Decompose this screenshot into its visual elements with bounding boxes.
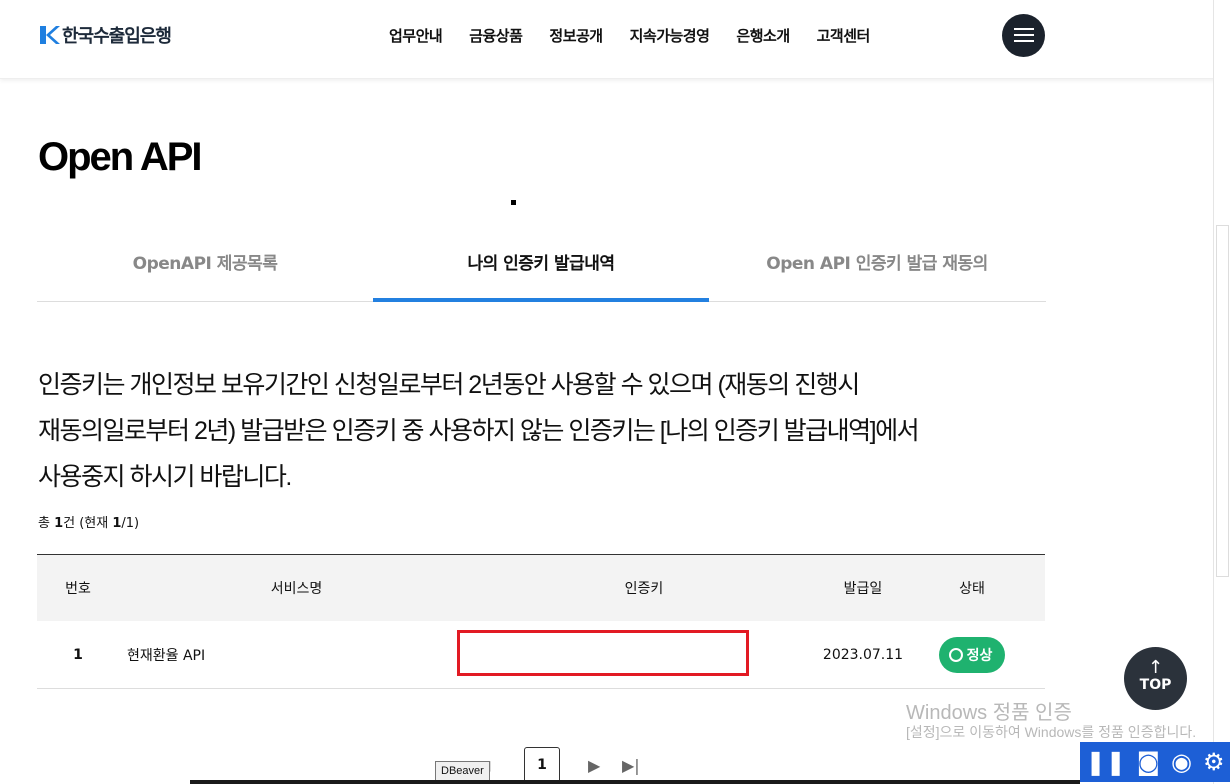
page-number-current[interactable]: 1 xyxy=(524,747,560,783)
notice-text: 인증키는 개인정보 보유기간인 신청일로부터 2년동안 사용할 수 있으며 (재… xyxy=(38,362,1018,500)
gear-icon[interactable]: ⚙ xyxy=(1203,748,1225,776)
key-table: 번호 서비스명 인증키 발급일 상태 1 현재환율 API 2023.07.11… xyxy=(37,554,1045,689)
arrow-up-icon: ↑ xyxy=(1148,657,1164,678)
row-service: 현재환율 API xyxy=(127,647,206,664)
row-date: 2023.07.11 xyxy=(822,646,904,663)
notice-line: 재동의일로부터 2년) 발급받은 인증키 중 사용하지 않는 인증키는 [나의 … xyxy=(38,417,920,445)
header-service: 서비스명 xyxy=(270,581,323,597)
nav-item-esg[interactable]: 지속가능경영 xyxy=(630,25,710,46)
scrollbar[interactable] xyxy=(1213,0,1230,784)
header-date: 발급일 xyxy=(843,581,883,597)
tab-bar: OpenAPI 제공목록 나의 인증키 발급내역 Open API 인증키 발급… xyxy=(37,240,1046,302)
logo-text: 한국수출입은행 xyxy=(62,26,172,47)
main-nav: 업무안내 금융상품 정보공개 지속가능경영 은행소개 고객센터 xyxy=(389,25,897,46)
stop-icon[interactable]: ◙ xyxy=(1137,748,1160,776)
status-badge[interactable]: 정상 xyxy=(938,636,1006,673)
row-state: 정상 xyxy=(929,621,1015,688)
status-label: 정상 xyxy=(966,647,993,664)
total-count: 1 xyxy=(54,516,64,531)
next-page-icon[interactable]: ▶ xyxy=(588,756,600,775)
api-key-redacted-box xyxy=(457,630,749,676)
recording-toolbar: ❚❚ ◙ ◉ ⚙ xyxy=(1080,742,1230,782)
taskbar xyxy=(190,780,1080,784)
tab-reconsent[interactable]: Open API 인증키 발급 재동의 xyxy=(709,240,1045,300)
nav-item-support[interactable]: 고객센터 xyxy=(817,25,871,46)
nav-item-disclosure[interactable]: 정보공개 xyxy=(549,25,603,46)
nav-item-products[interactable]: 금융상품 xyxy=(469,25,523,46)
decorative-dot xyxy=(511,200,516,205)
last-page-icon[interactable]: ▶| xyxy=(622,756,640,775)
notice-line: 사용중지 하시기 바랍니다. xyxy=(38,463,292,491)
header-key: 인증키 xyxy=(624,581,664,597)
hamburger-menu-button[interactable] xyxy=(1002,14,1045,57)
result-count: 총 1건 (현재 1/1) xyxy=(38,516,140,531)
page-title: Open API xyxy=(38,135,203,179)
eye-icon[interactable]: ◉ xyxy=(1171,748,1192,776)
kexim-logo-icon xyxy=(40,26,60,44)
row-no: 1 xyxy=(73,646,83,663)
status-circle-icon xyxy=(948,647,963,662)
taskbar-tooltip: DBeaver xyxy=(435,761,490,781)
tab-openapi-list[interactable]: OpenAPI 제공목록 xyxy=(37,240,373,300)
tab-my-keys[interactable]: 나의 인증키 발급내역 xyxy=(373,240,709,302)
table-row: 1 현재환율 API 2023.07.11 정상 xyxy=(37,621,1045,689)
bank-logo[interactable]: 한국수출입은행 xyxy=(38,22,172,48)
notice-line: 인증키는 개인정보 보유기간인 신청일로부터 2년동안 사용할 수 있으며 (재… xyxy=(38,371,860,399)
header-no: 번호 xyxy=(65,581,91,597)
scroll-top-button[interactable]: ↑ TOP xyxy=(1124,647,1187,710)
windows-activation-title: Windows 정품 인증 xyxy=(906,702,1072,724)
nav-item-business[interactable]: 업무안내 xyxy=(389,25,443,46)
scrollbar-thumb[interactable] xyxy=(1216,225,1229,577)
site-header: 한국수출입은행 업무안내 금융상품 정보공개 지속가능경영 은행소개 고객센터 xyxy=(0,0,1230,79)
header-state: 상태 xyxy=(959,581,985,597)
pause-icon[interactable]: ❚❚ xyxy=(1086,748,1126,776)
table-header: 번호 서비스명 인증키 발급일 상태 xyxy=(37,555,1045,621)
windows-activation-text: [설정]으로 이동하여 Windows를 정품 인증합니다. xyxy=(906,724,1197,740)
nav-item-about[interactable]: 은행소개 xyxy=(736,25,790,46)
hamburger-icon xyxy=(1014,28,1034,30)
top-label: TOP xyxy=(1139,677,1172,693)
